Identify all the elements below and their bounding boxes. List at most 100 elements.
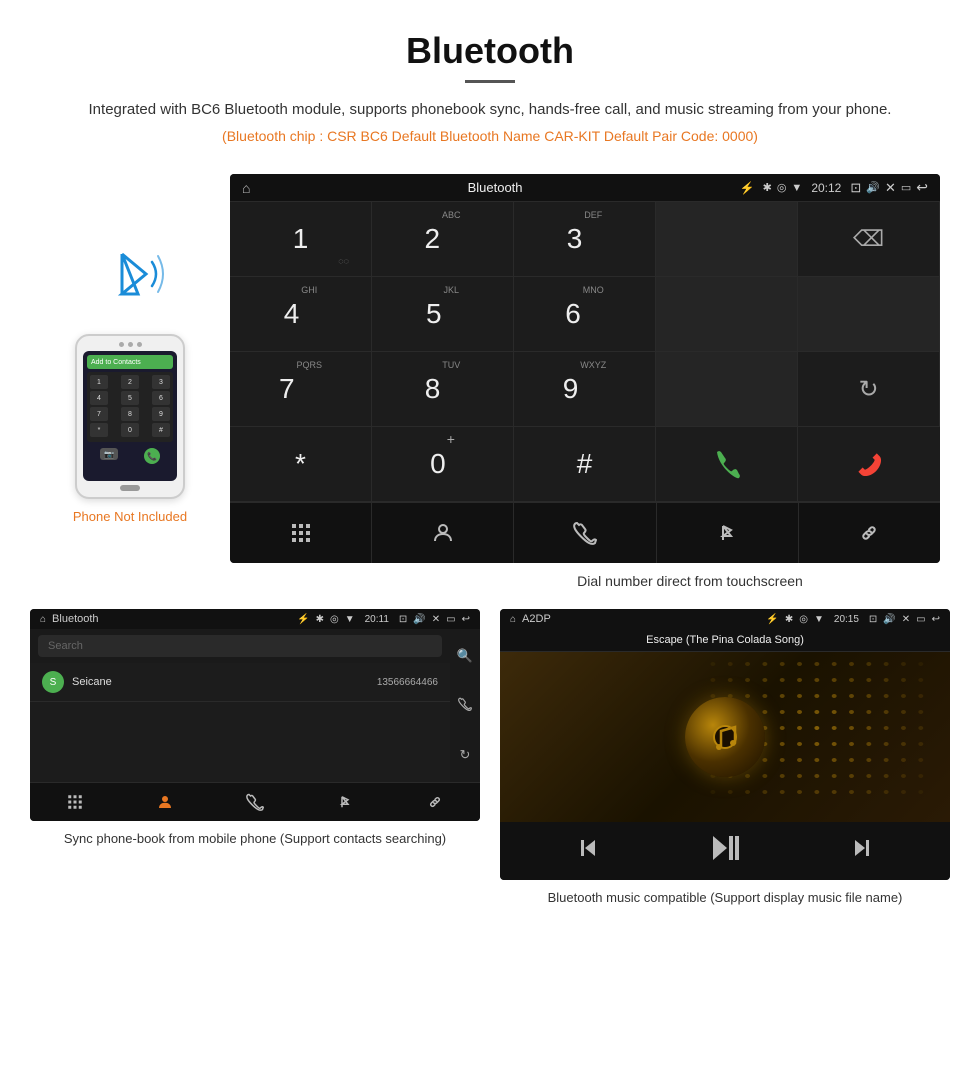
dial-key-2: 2 [121, 375, 139, 389]
contacts-screen: ⌂ Bluetooth ⚡ ✱ ◎ ▼ 20:11 ⊡ 🔊 ✕ ▭ ↩ Sear… [30, 609, 480, 821]
music-x-icon[interactable]: ✕ [902, 614, 910, 625]
dial-backspace[interactable]: ⌫ [798, 202, 940, 277]
dial-key-9[interactable]: 9WXYZ [514, 352, 656, 427]
toolbar-bt-btn[interactable] [657, 503, 799, 563]
volume-icon: 🔊 [866, 181, 880, 194]
page-header: Bluetooth Integrated with BC6 Bluetooth … [0, 0, 980, 174]
key-number: 2 [424, 223, 440, 255]
contacts-caption-text: Sync phone-book from mobile phone (Suppo… [64, 831, 446, 846]
dial-key-star[interactable]: * [230, 427, 372, 502]
play-pause-btn[interactable] [711, 834, 739, 868]
toolbar-grid-btn[interactable] [230, 503, 372, 563]
dial-key-7: 7 [90, 407, 108, 421]
toolbar-phone-btn[interactable] [514, 503, 656, 563]
contacts-caption: Sync phone-book from mobile phone (Suppo… [30, 821, 480, 849]
dial-row-4: * 0 # [90, 423, 170, 437]
toolbar-link-btn[interactable] [799, 503, 940, 563]
contacts-back-icon[interactable]: ↩ [462, 614, 470, 625]
dial-empty-3 [798, 277, 940, 352]
key-number: 0 [430, 448, 446, 480]
header-description: Integrated with BC6 Bluetooth module, su… [80, 98, 900, 122]
backspace-icon: ⌫ [853, 226, 884, 252]
back-icon[interactable]: ↩ [916, 179, 928, 196]
refresh-icon[interactable]: ↻ [460, 747, 471, 763]
dial-row-2: 4 5 6 [90, 391, 170, 405]
contacts-tb-phone[interactable] [210, 793, 300, 811]
dial-key-1[interactable]: 1◌◌ [230, 202, 372, 277]
key-sub: GHI [301, 285, 317, 295]
phone-dot [128, 342, 133, 347]
key-plus: + [447, 431, 455, 447]
call-icon[interactable] [458, 697, 472, 714]
phone-icon [573, 521, 597, 545]
page-title: Bluetooth [80, 30, 900, 72]
bt-icon [715, 521, 739, 545]
dial-key-2[interactable]: 2ABC [372, 202, 514, 277]
play-pause-icon [711, 834, 739, 862]
close-icon[interactable]: ✕ [885, 180, 896, 196]
music-loc-icon: ◎ [799, 614, 808, 625]
next-btn[interactable] [850, 836, 874, 866]
dialpad-grid: 1◌◌ 2ABC 3DEF ⌫ 4GHI 5JKL [230, 201, 940, 502]
dial-key-6[interactable]: 6MNO [514, 277, 656, 352]
toolbar-person-btn[interactable] [372, 503, 514, 563]
contacts-tb-person[interactable] [120, 793, 210, 811]
empty-contact-space [30, 702, 450, 782]
contact-row-seicane[interactable]: S Seicane 13566664466 [30, 663, 450, 702]
bluetooth-waves [90, 234, 170, 314]
music-screen: ⌂ A2DP ⚡ ✱ ◎ ▼ 20:15 ⊡ 🔊 ✕ ▭ ↩ Escape (T… [500, 609, 950, 880]
music-rect-icon[interactable]: ▭ [916, 614, 925, 625]
contacts-tb-link[interactable] [390, 793, 480, 811]
dial-key-4[interactable]: 4GHI [230, 277, 372, 352]
key-number: * [295, 448, 306, 480]
phone-notch [83, 342, 177, 347]
dial-call-btn[interactable] [656, 427, 798, 502]
prev-btn[interactable] [576, 836, 600, 866]
key-number: 4 [284, 298, 300, 330]
contacts-home-icon[interactable]: ⌂ [40, 614, 46, 625]
dial-key-8[interactable]: 8TUV [372, 352, 514, 427]
contacts-main-body: Search S Seicane 13566664466 🔍 [30, 629, 480, 782]
dial-key-0[interactable]: 0+ [372, 427, 514, 502]
dial-end-btn[interactable] [798, 427, 940, 502]
time-display: 20:12 [811, 181, 841, 195]
dial-row-3: 7 8 9 [90, 407, 170, 421]
search-bar[interactable]: Search [38, 635, 442, 657]
music-sig-icon: ▼ [814, 614, 824, 625]
dial-key-5[interactable]: 5JKL [372, 277, 514, 352]
contacts-tb-bt[interactable] [300, 793, 390, 811]
contacts-x-icon[interactable]: ✕ [432, 614, 440, 625]
dial-row-1: 1 2 3 [90, 375, 170, 389]
key-sub: MNO [583, 285, 604, 295]
search-icon[interactable]: 🔍 [457, 648, 473, 664]
contacts-cam-icon: ⊡ [399, 614, 407, 625]
music-note-icon [707, 719, 743, 755]
music-home-icon[interactable]: ⌂ [510, 614, 516, 625]
contacts-sig-icon: ▼ [345, 614, 355, 625]
window-icon[interactable]: ▭ [901, 181, 911, 194]
dial-key-hash[interactable]: # [514, 427, 656, 502]
phone-cam-btn: 📷 [100, 448, 118, 460]
music-bt-icon: ✱ [785, 614, 793, 625]
dial-key-7[interactable]: 7PQRS [230, 352, 372, 427]
home-icon[interactable]: ⌂ [242, 180, 250, 196]
dial-key-8: 8 [121, 407, 139, 421]
key-number: 1 [293, 223, 309, 255]
key-number: 6 [565, 298, 581, 330]
refresh-icon: ↻ [858, 375, 878, 404]
contacts-grid-icon [66, 793, 84, 811]
music-back-icon[interactable]: ↩ [932, 614, 940, 625]
title-divider [465, 80, 515, 83]
contacts-rect-icon[interactable]: ▭ [446, 614, 455, 625]
bluetooth-status-icon: ✱ [763, 181, 772, 194]
key-number: # [577, 448, 593, 480]
dial-key-hash: # [152, 423, 170, 437]
contacts-bottom-bar [30, 782, 480, 821]
dial-key-3[interactable]: 3DEF [514, 202, 656, 277]
key-sub: DEF [584, 210, 602, 220]
dial-refresh[interactable]: ↻ [798, 352, 940, 427]
key-number: 7 [279, 373, 295, 405]
contacts-tb-grid[interactable] [30, 793, 120, 811]
next-icon [850, 836, 874, 860]
key-sub: JKL [444, 285, 460, 295]
